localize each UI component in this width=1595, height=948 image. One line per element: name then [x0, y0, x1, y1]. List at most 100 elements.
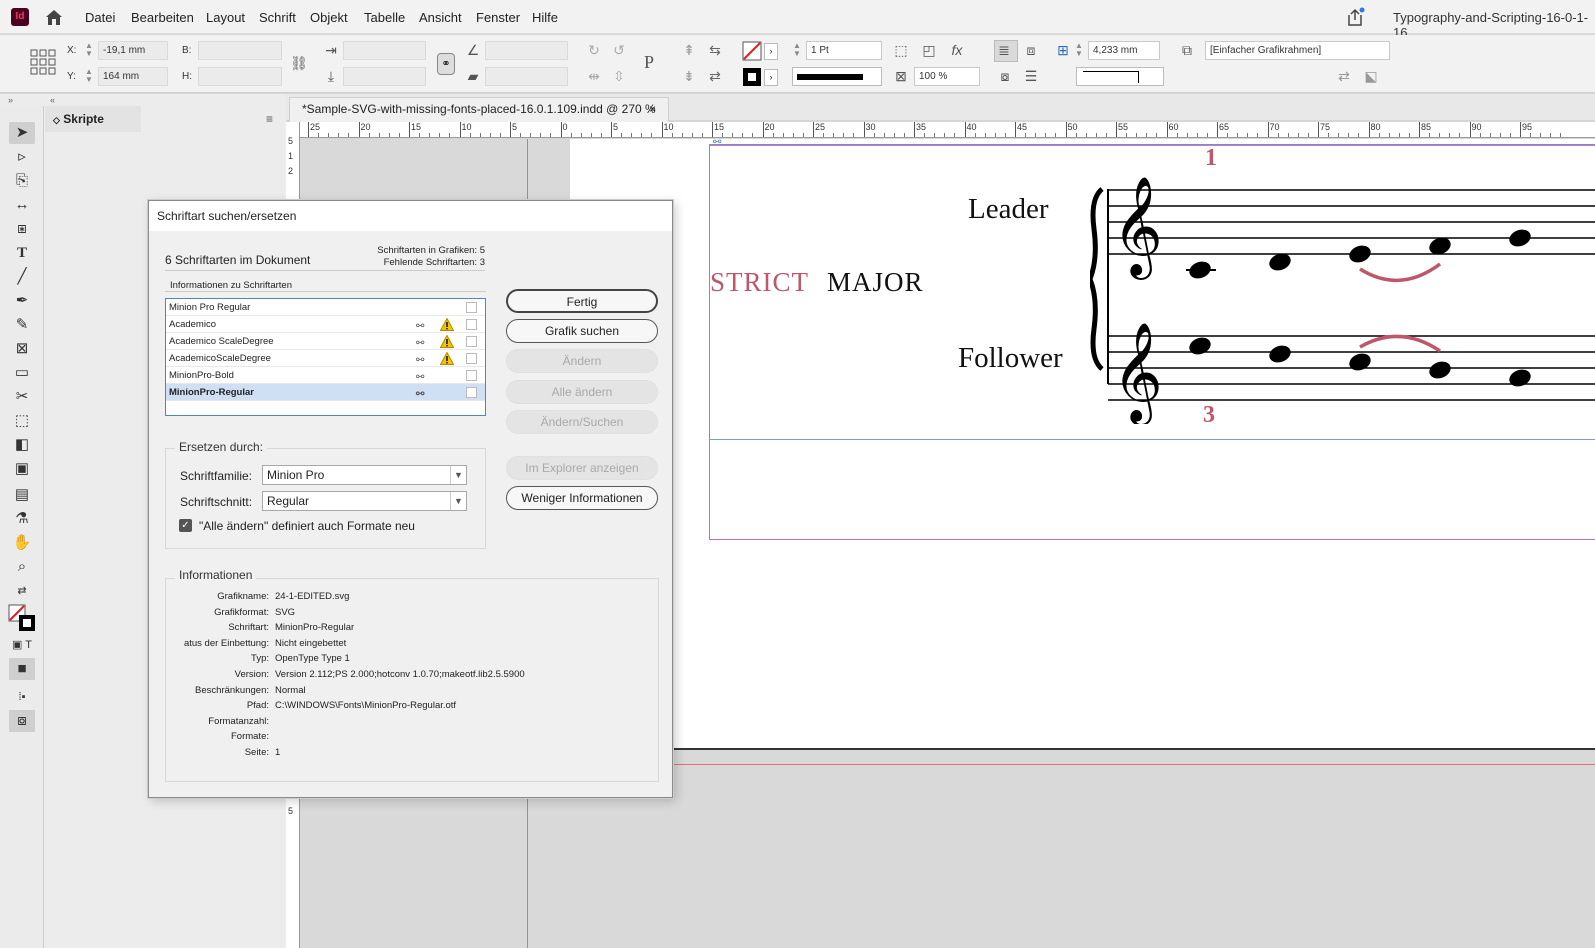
apply-color-icon[interactable]: ■: [9, 658, 35, 680]
stroke-swatch-icon[interactable]: [742, 67, 762, 87]
rotate-field[interactable]: [485, 41, 568, 60]
content-collector-icon[interactable]: ⧆: [9, 218, 35, 240]
stroke-type-dropdown[interactable]: [792, 67, 882, 86]
menu-hilfe[interactable]: Hilfe: [532, 10, 558, 25]
swap-fill-stroke-icon[interactable]: ⇄: [9, 580, 35, 602]
pen-tool-icon[interactable]: ✒: [9, 290, 35, 312]
redefine-styles-checkbox[interactable]: ✓: [179, 519, 192, 532]
menu-objekt[interactable]: Objekt: [310, 10, 348, 25]
font-list-row[interactable]: MinionPro-Bold ⚯: [166, 367, 485, 384]
flip-vertical-icon[interactable]: ⇳: [610, 67, 628, 85]
stroke-weight-field[interactable]: 1 Pt: [806, 41, 882, 60]
zoom-tool-icon[interactable]: ⌕: [9, 556, 35, 578]
frame-fitting-icon[interactable]: ⬚: [892, 41, 910, 59]
reference-point-icon[interactable]: [30, 49, 56, 75]
corner-style-dropdown[interactable]: [1076, 67, 1164, 86]
free-transform-tool-icon[interactable]: ⬚: [9, 410, 35, 432]
link-badge-icon[interactable]: ⚯: [713, 139, 721, 148]
gradient-feather-tool-icon[interactable]: ▣: [9, 458, 35, 480]
document-page[interactable]: ⚯ 1 Leader STRICT MAJOR Follower 3 𝄞 𝄞: [570, 139, 1595, 748]
constrain-proportions-icon[interactable]: ⛓: [290, 54, 308, 72]
formatting-affects-container-icon[interactable]: ▣ T: [9, 634, 35, 656]
opacity-field[interactable]: 100 %: [914, 67, 980, 86]
select-content-icon[interactable]: ⇟: [680, 67, 698, 85]
selection-tool-icon[interactable]: ➤: [9, 122, 35, 144]
horizontal-ruler[interactable]: 25 20 15 10 5 0 5 10 15 20 25 30 35 40 45 50 55 60 65 70 75 8…: [300, 122, 1595, 138]
menu-schrift[interactable]: Schrift: [259, 10, 296, 25]
close-tab-icon[interactable]: ×: [649, 98, 656, 121]
link-scale-icon[interactable]: ⚭: [437, 53, 455, 75]
spacing-spinner-icon[interactable]: ▲ ▼: [1074, 42, 1084, 59]
clear-overrides-icon[interactable]: ⇄: [1335, 67, 1353, 85]
text-wrap-none-icon[interactable]: ≣: [994, 40, 1018, 62]
x-field[interactable]: -19,1 mm: [98, 41, 168, 60]
scissors-tool-icon[interactable]: ✂: [9, 386, 35, 408]
home-icon[interactable]: [44, 8, 64, 26]
text-wrap-jump-icon[interactable]: ☰: [1022, 67, 1040, 85]
share-icon[interactable]: [1345, 7, 1365, 27]
line-tool-icon[interactable]: ╱: [9, 266, 35, 288]
direct-selection-tool-icon[interactable]: ▹: [9, 146, 35, 168]
scale-y-field[interactable]: [343, 67, 426, 86]
hand-tool-icon[interactable]: ✋: [9, 532, 35, 554]
gradient-tool-icon[interactable]: ◧: [9, 434, 35, 456]
width-field[interactable]: [198, 41, 282, 60]
change-find-button[interactable]: Ändern/Suchen: [506, 410, 658, 434]
select-prev-object-icon[interactable]: ⇆: [706, 41, 724, 59]
y-field[interactable]: 164 mm: [98, 67, 168, 86]
collapse-toolbar-icon[interactable]: »: [8, 95, 13, 105]
edit-style-icon[interactable]: ⬕: [1362, 67, 1380, 85]
menu-tabelle[interactable]: Tabelle: [364, 10, 405, 25]
type-tool-icon[interactable]: T: [9, 242, 35, 264]
stroke-weight-spinner-icon[interactable]: ▲ ▼: [792, 42, 802, 59]
view-mode-icon[interactable]: ⧇: [9, 710, 35, 732]
font-row-checkbox[interactable]: [466, 319, 477, 330]
pencil-tool-icon[interactable]: ✎: [9, 314, 35, 336]
text-wrap-shape-icon[interactable]: ⧇: [996, 67, 1014, 85]
menu-bearbeiten[interactable]: Bearbeiten: [131, 10, 194, 25]
font-list-row[interactable]: AcademicoScaleDegree ⚯: [166, 350, 485, 367]
text-wrap-bbox-icon[interactable]: ⧈: [1022, 41, 1040, 59]
font-row-checkbox[interactable]: [466, 353, 477, 364]
x-spinner-icon[interactable]: ▲ ▼: [84, 42, 94, 59]
page-tool-icon[interactable]: ⎘: [9, 170, 35, 192]
menu-ansicht[interactable]: Ansicht: [419, 10, 462, 25]
skripte-panel-tab[interactable]: ◇ Skripte: [45, 106, 141, 132]
font-list-row[interactable]: Minion Pro Regular: [166, 299, 485, 316]
font-list-row[interactable]: Academico ScaleDegree ⚯: [166, 333, 485, 350]
less-info-button[interactable]: Weniger Informationen: [506, 486, 658, 510]
gap-tool-icon[interactable]: ↔: [9, 194, 35, 216]
document-tab[interactable]: *Sample-SVG-with-missing-fonts-placed-16…: [289, 97, 669, 122]
font-list-row[interactable]: MinionPro-Regular ⚯: [166, 384, 485, 401]
drop-shadow-icon[interactable]: ◰: [920, 41, 938, 59]
font-list[interactable]: Minion Pro Regular Academico ⚯ Academico Sc…: [165, 298, 486, 416]
find-graphic-button[interactable]: Grafik suchen: [506, 319, 658, 343]
select-container-icon[interactable]: ⇞: [680, 41, 698, 59]
rectangle-tool-icon[interactable]: ▭: [9, 362, 35, 384]
collapse-panel-icon[interactable]: «: [50, 95, 55, 105]
height-field[interactable]: [198, 67, 282, 86]
font-style-dropdown[interactable]: Regular ▼: [262, 491, 467, 511]
menu-fenster[interactable]: Fenster: [476, 10, 520, 25]
fill-dropdown-icon[interactable]: ›: [764, 43, 778, 60]
effects-fx-icon[interactable]: fx: [948, 41, 966, 59]
done-button[interactable]: Fertig: [506, 289, 658, 313]
font-row-checkbox[interactable]: [466, 387, 477, 398]
object-style-dropdown[interactable]: [Einfacher Grafikrahmen]: [1205, 41, 1390, 60]
eyedropper-tool-icon[interactable]: ⚗: [9, 508, 35, 530]
y-spinner-icon[interactable]: ▲ ▼: [84, 68, 94, 85]
panel-menu-icon[interactable]: ≡: [266, 112, 273, 126]
spacing-field[interactable]: 4,233 mm: [1088, 41, 1160, 60]
reveal-in-explorer-button[interactable]: Im Explorer anzeigen: [506, 456, 658, 480]
select-next-object-icon[interactable]: ⇄: [706, 67, 724, 85]
stroke-dropdown-icon[interactable]: ›: [764, 69, 778, 86]
font-row-checkbox[interactable]: [466, 302, 477, 313]
font-row-checkbox[interactable]: [466, 336, 477, 347]
screen-mode-icon[interactable]: ⁞▪: [9, 686, 35, 708]
shear-field[interactable]: [485, 67, 568, 86]
change-button[interactable]: Ändern: [506, 349, 658, 373]
rotate-cw-icon[interactable]: ↻: [585, 41, 603, 59]
menu-datei[interactable]: Datei: [85, 10, 115, 25]
fill-none-swatch-icon[interactable]: [742, 41, 762, 61]
fill-stroke-swatch-icon[interactable]: [8, 604, 36, 632]
